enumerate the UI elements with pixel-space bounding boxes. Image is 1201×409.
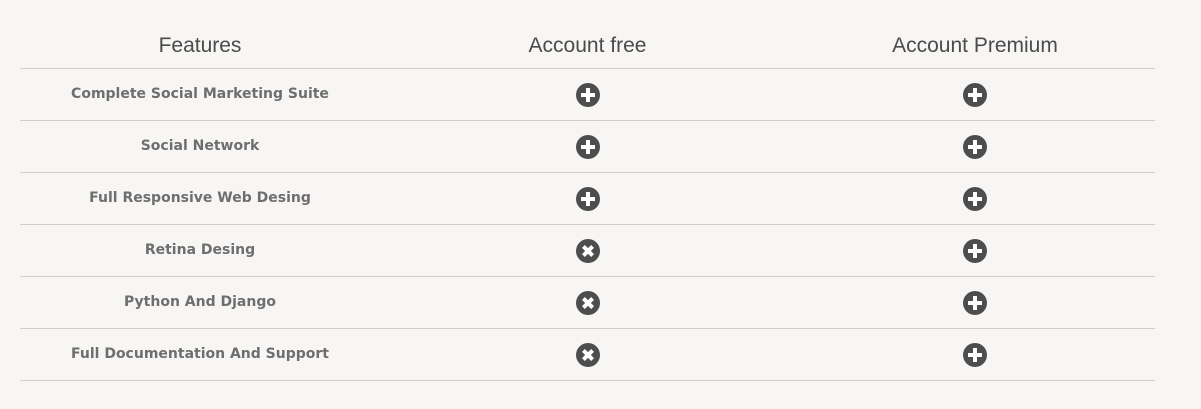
free-cell [380,173,795,224]
plus-icon [963,290,987,315]
free-cell [380,277,795,328]
premium-cell [795,225,1155,276]
feature-label: Complete Social Marketing Suite [71,86,329,102]
free-cell [380,69,795,120]
premium-cell [795,329,1155,380]
table-row: Social Network [20,121,1155,173]
table-header: Features Account free Account Premium [20,0,1155,69]
premium-cell [795,173,1155,224]
cross-icon [575,238,600,263]
table-row: Python And Django [20,277,1155,329]
table-row: Complete Social Marketing Suite [20,69,1155,121]
plus-icon [575,186,600,211]
cross-icon [575,342,600,367]
cross-icon [575,290,600,315]
free-cell [380,121,795,172]
plus-icon [963,82,987,107]
plus-icon [963,238,987,263]
header-features: Features [158,34,242,57]
table-row: Full Documentation And Support [20,329,1155,381]
free-cell [380,329,795,380]
feature-label: Full Documentation And Support [71,346,329,362]
header-account-free: Account free [528,34,647,57]
premium-cell [795,277,1155,328]
plus-icon [575,82,600,107]
free-cell [380,225,795,276]
feature-label: Social Network [140,138,260,154]
premium-cell [795,69,1155,120]
plus-icon [963,134,987,159]
table-row: Retina Desing [20,225,1155,277]
plus-icon [963,342,987,367]
feature-label: Python And Django [124,294,276,310]
comparison-table: Features Account free Account Premium Co… [20,0,1155,381]
premium-cell [795,121,1155,172]
plus-icon [963,186,987,211]
table-row: Full Responsive Web Desing [20,173,1155,225]
feature-label: Full Responsive Web Desing [89,190,311,206]
header-account-premium: Account Premium [892,34,1058,57]
plus-icon [575,134,600,159]
feature-label: Retina Desing [144,242,256,258]
